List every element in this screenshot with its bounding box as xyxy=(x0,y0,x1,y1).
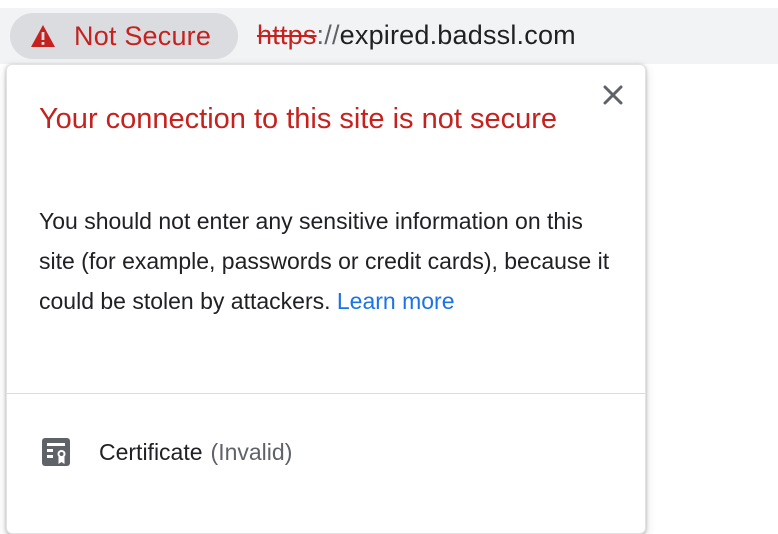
url-text[interactable]: https://expired.badssl.com xyxy=(257,20,576,51)
url-separator: :// xyxy=(316,20,340,50)
url-host: expired.badssl.com xyxy=(339,20,576,50)
security-chip-button[interactable]: Not Secure xyxy=(10,13,238,59)
close-button[interactable] xyxy=(599,83,627,111)
popup-title: Your connection to this site is not secu… xyxy=(39,103,558,135)
popup-body: You should not enter any sensitive infor… xyxy=(39,201,619,321)
learn-more-link[interactable]: Learn more xyxy=(337,288,455,314)
close-icon xyxy=(603,85,623,110)
divider xyxy=(7,393,645,394)
warning-triangle-icon xyxy=(30,24,56,48)
certificate-label: Certificate xyxy=(99,438,203,465)
not-secure-label: Not Secure xyxy=(74,20,212,51)
site-security-popup: Your connection to this site is not secu… xyxy=(6,64,646,534)
omnibox-strip: Not Secure https://expired.badssl.com xyxy=(0,0,778,66)
popup-body-text: You should not enter any sensitive infor… xyxy=(39,208,610,314)
certificate-icon xyxy=(41,437,71,467)
certificate-status: (Invalid) xyxy=(210,438,293,465)
url-scheme: https xyxy=(257,20,317,50)
certificate-row[interactable]: Certificate (Invalid) xyxy=(7,417,645,487)
omnibox[interactable]: Not Secure https://expired.badssl.com xyxy=(0,8,778,64)
